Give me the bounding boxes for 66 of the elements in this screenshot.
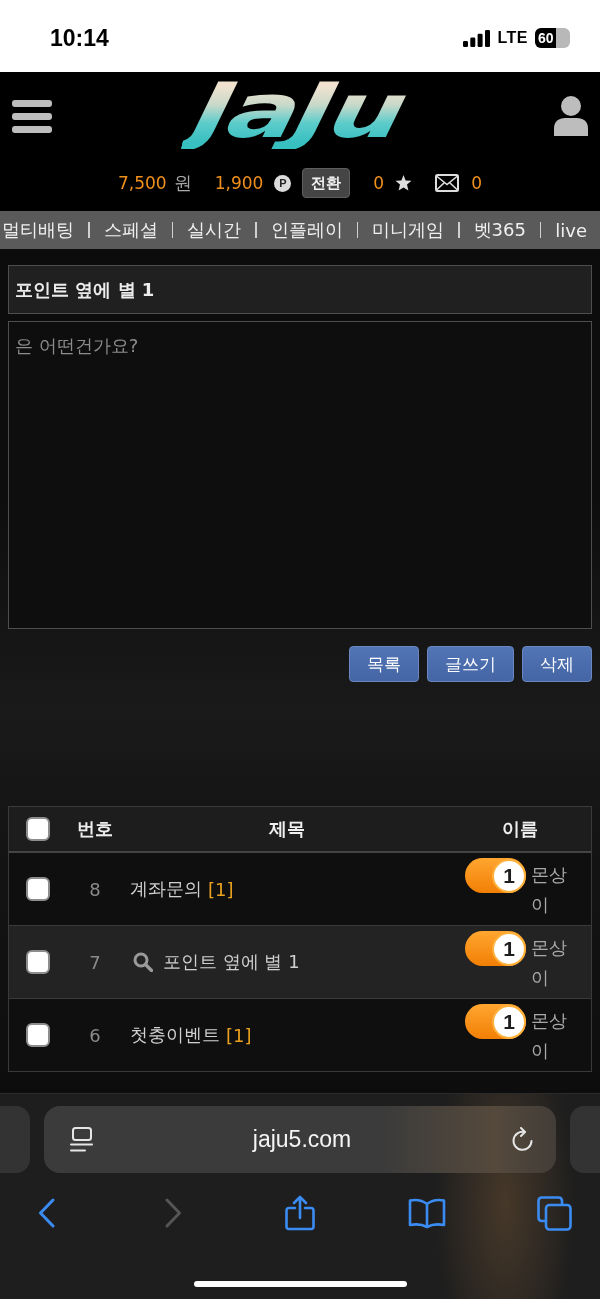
tabs-button[interactable] (536, 1195, 572, 1231)
back-button[interactable] (37, 1198, 55, 1228)
battery-percentage: 60 (538, 30, 554, 46)
action-button[interactable]: 목록 (349, 646, 419, 682)
network-type: LTE (497, 29, 528, 47)
column-header: 제목 (269, 817, 305, 841)
cash-unit: 원 (173, 171, 192, 195)
post-title-link[interactable]: 계좌문의 (130, 877, 202, 901)
reader-icon (70, 1127, 93, 1152)
address-field[interactable]: jaju5.com (44, 1106, 556, 1173)
url-text[interactable]: jaju5.com (93, 1126, 511, 1153)
comment-count: [1] (226, 1024, 252, 1046)
nav-link[interactable]: 인플레이 (270, 218, 343, 242)
nav-link[interactable]: 실시간 (187, 218, 241, 242)
checkbox[interactable] (26, 817, 50, 841)
action-button[interactable]: 글쓰기 (427, 646, 514, 682)
chevron-right-icon (164, 1198, 182, 1228)
profile-button[interactable] (554, 96, 588, 136)
menu-button[interactable] (12, 99, 52, 133)
overlapping-squares-icon (536, 1195, 572, 1231)
status-time: 10:14 (50, 24, 109, 52)
checkbox[interactable] (26, 1023, 50, 1047)
share-icon (285, 1195, 315, 1231)
bookmarks-button[interactable] (408, 1197, 446, 1229)
nav-link[interactable]: 멀티배팅 (2, 218, 74, 242)
reload-icon (511, 1127, 535, 1152)
points-amount: 1,900 (214, 173, 264, 193)
cash-amount: 7,500 (118, 173, 167, 193)
nav-link[interactable]: live (555, 219, 588, 241)
nav-link[interactable]: 미니게임 (372, 218, 444, 242)
post-number: 7 (89, 951, 101, 973)
level-badge: 1 (465, 1004, 526, 1039)
envelope-icon (435, 174, 460, 192)
points-symbol: P (274, 174, 292, 192)
level-badge: 1 (465, 858, 526, 893)
post-title-link[interactable]: 포인트 옆에 별 1 (163, 950, 300, 974)
nav-link[interactable]: 스페셜 (103, 218, 158, 242)
column-header: 번호 (77, 817, 113, 841)
search-icon (133, 952, 153, 972)
content-field[interactable]: 은 어떤건가요? (8, 321, 592, 629)
author-name: 몬상이 (531, 936, 568, 990)
author-name: 몬상이 (531, 863, 568, 917)
title-field[interactable]: 포인트 옆에 별 1 (8, 265, 592, 314)
post-number: 8 (89, 878, 101, 900)
signal-icon (463, 29, 491, 47)
table-row[interactable]: 8 계좌문의 [1] 1 몬상이 (9, 853, 591, 926)
chevron-left-icon (37, 1198, 55, 1228)
favorites-count: 0 (373, 173, 385, 193)
nav-link[interactable]: 벳365 (473, 218, 526, 242)
level-badge: 1 (465, 931, 526, 966)
menu-icon (12, 99, 52, 133)
messages-count: 0 (471, 173, 482, 193)
comment-count: [1] (208, 878, 234, 900)
post-title-link[interactable]: 첫충이벤트 (130, 1023, 220, 1047)
share-button[interactable] (285, 1195, 315, 1231)
checkbox[interactable] (26, 950, 50, 974)
author-name: 몬상이 (531, 1009, 568, 1063)
column-header: 이름 (502, 817, 538, 841)
convert-button[interactable]: 전환 (302, 168, 351, 198)
book-icon (408, 1197, 446, 1229)
checkbox[interactable] (26, 877, 50, 901)
action-button[interactable]: 삭제 (522, 646, 592, 682)
user-icon (554, 96, 588, 136)
table-row[interactable]: 7 포인트 옆에 별 1 1 몬상이 (9, 926, 591, 999)
star-icon (395, 175, 413, 191)
post-number: 6 (89, 1024, 101, 1046)
